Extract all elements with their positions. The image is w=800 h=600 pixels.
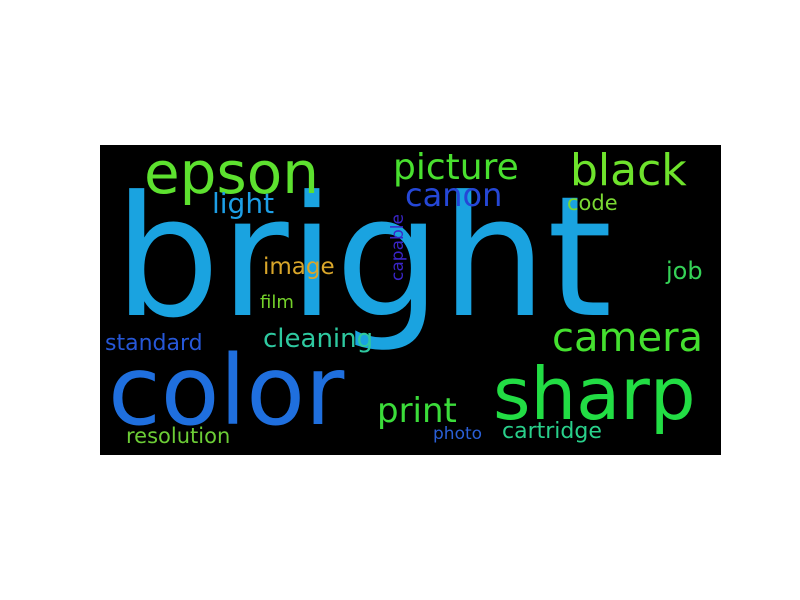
word-camera: camera [552, 315, 704, 361]
word-light: light [212, 187, 275, 220]
word-job: job [666, 257, 703, 285]
word-print: print [377, 391, 457, 431]
word-standard: standard [105, 331, 203, 356]
word-canon: canon [405, 176, 503, 214]
word-image: image [263, 254, 335, 280]
word-capable: capable [388, 214, 408, 281]
word-film: film [260, 292, 294, 313]
word-photo: photo [433, 424, 483, 444]
page-canvas: bright color sharp epson black picture c… [0, 0, 800, 600]
word-resolution: resolution [126, 424, 231, 448]
word-code: code [567, 191, 618, 215]
word-black: black [570, 145, 687, 196]
word-cartridge: cartridge [502, 419, 602, 444]
word-cloud: bright color sharp epson black picture c… [100, 145, 721, 455]
word-cleaning: cleaning [263, 324, 374, 354]
